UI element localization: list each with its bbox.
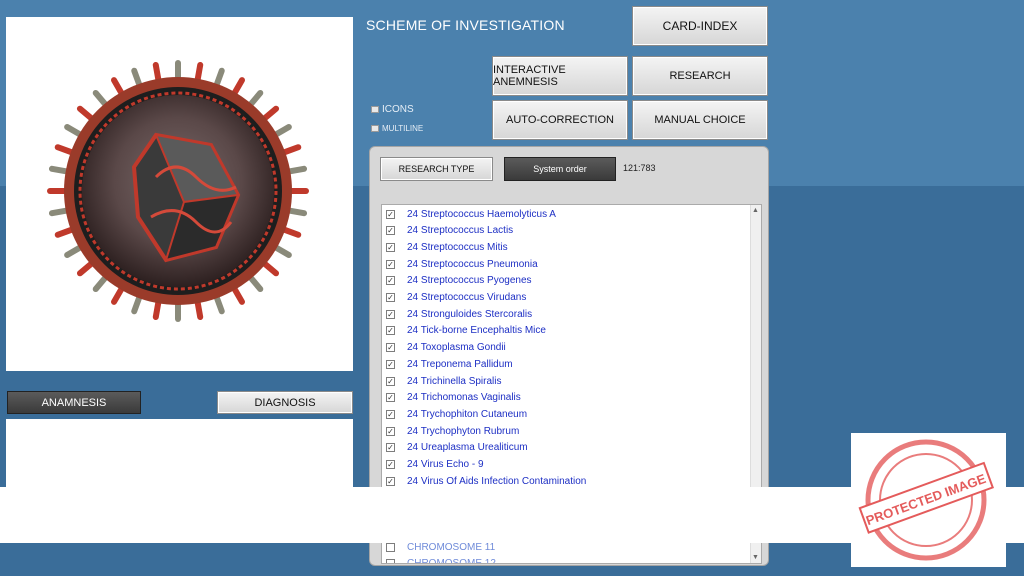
multiline-option[interactable]: MULTILINE [371,124,423,133]
card-index-button[interactable]: CARD-INDEX [632,6,768,46]
list-item-label: 24 Streptococcus Lactis [407,225,514,237]
list-item-checkbox[interactable]: ✓ [386,426,395,436]
list-item-checkbox[interactable] [386,559,395,563]
list-item[interactable]: ✓ 24 Streptococcus Lactis [386,223,513,239]
list-item-checkbox[interactable]: ✓ [386,343,395,353]
list-item-label: 24 Trychophiton Cutaneum [407,408,528,420]
list-item-checkbox[interactable]: ✓ [386,376,395,386]
list-item[interactable]: ✓ 24 Streptococcus Pneumonia [386,256,538,272]
list-item-label: 24 Ureaplasma Urealiticum [407,442,528,454]
list-item[interactable]: ✓ 24 Trichinella Spiralis [386,373,502,389]
list-item-label: 24 Streptococcus Pyogenes [407,275,532,287]
icons-option[interactable]: ICONS [371,104,414,115]
list-item-label: 24 Toxoplasma Gondii [407,342,506,354]
list-item-checkbox[interactable]: ✓ [386,443,395,453]
list-item-checkbox[interactable]: ✓ [386,476,395,486]
list-item[interactable]: ✓ 24 Tick-borne Encephaltis Mice [386,323,546,339]
list-item-checkbox[interactable]: ✓ [386,460,395,469]
manual-choice-button[interactable]: MANUAL CHOICE [632,100,768,140]
list-item-checkbox[interactable]: ✓ [386,259,395,269]
research-type-button[interactable]: RESEARCH TYPE [380,157,493,181]
list-item[interactable]: CHROMOSOME 12 [386,556,496,564]
list-item[interactable]: ✓ 24 Toxoplasma Gondii [386,340,506,356]
list-item-checkbox[interactable]: ✓ [386,359,395,369]
list-item-label: 24 Streptococcus Mitis [407,241,508,253]
interactive-anemnesis-button[interactable]: INTERACTIVE ANEMNESIS [492,56,628,96]
list-item-label: CHROMOSOME 12 [407,558,496,564]
list-item[interactable]: ✓ 24 Trichomonas Vaginalis [386,390,521,406]
list-item-label: CHROMOSOME 11 [407,541,496,553]
list-item-label: 24 Trichomonas Vaginalis [407,392,521,404]
list-item[interactable]: ✓ 24 Ureaplasma Urealiticum [386,440,528,456]
list-item-checkbox[interactable]: ✓ [386,326,395,336]
list-item[interactable]: ✓ 24 Virus Echo - 9 [386,457,484,473]
list-item-label: 24 Streptococcus Virudans [407,292,527,303]
list-item-label: 24 Trichinella Spiralis [407,375,502,387]
multiline-checkbox[interactable] [371,125,379,132]
list-item-label: 24 Tick-borne Encephaltis Mice [407,325,546,337]
anamnesis-button[interactable]: ANAMNESIS [7,391,141,414]
list-item-checkbox[interactable]: ✓ [386,242,395,252]
list-item[interactable]: ✓ 24 Trychophyton Rubrum [386,423,519,439]
list-item-label: 24 Streptococcus Pneumonia [407,258,538,270]
list-item[interactable]: ✓ 24 Stronguloides Stercoralis [386,306,532,322]
list-item-checkbox[interactable]: ✓ [386,226,395,236]
watermark-stamp: PROTECTED IMAGE [851,433,1006,567]
list-item-checkbox[interactable] [386,542,395,552]
list-item[interactable]: ✓ 24 Streptococcus Virudans [386,290,526,306]
scroll-up-icon[interactable]: ▲ [752,207,759,214]
list-item-label: 24 Streptococcus Haemolyticus A [407,208,556,220]
list-item-label: 24 Stronguloides Stercoralis [407,308,533,320]
system-order-button[interactable]: System order [504,157,616,181]
list-item-checkbox[interactable]: ✓ [386,276,395,286]
auto-correction-button[interactable]: AUTO-CORRECTION [492,100,628,140]
image-panel [6,17,353,371]
scroll-down-icon[interactable]: ▼ [752,554,759,561]
list-item[interactable]: ✓ 24 Trychophiton Cutaneum [386,406,527,422]
list-item-label: 24 Trychophyton Rubrum [407,425,520,437]
page-title: SCHEME OF INVESTIGATION [366,17,565,33]
list-item[interactable]: ✓ 24 Streptococcus Pyogenes [386,273,532,289]
list-item[interactable]: ✓ 24 Streptococcus Mitis [386,239,508,255]
list-item-checkbox[interactable]: ✓ [386,393,395,403]
multiline-label: MULTILINE [382,124,424,133]
item-counter: 121:783 [623,163,656,173]
list-item-label: 24 Treponema Pallidum [407,358,513,370]
icons-label: ICONS [382,104,414,115]
research-button[interactable]: RESEARCH [632,56,768,96]
list-item-label: 24 Virus Echo - 9 [407,459,484,470]
list-item-label: 24 Virus Of Aids Infection Contamination [407,475,587,487]
result-text-panel [6,419,353,489]
list-item-checkbox[interactable]: ✓ [386,293,395,302]
icons-checkbox[interactable] [371,106,379,113]
virus-illustration [47,60,309,322]
list-item-checkbox[interactable]: ✓ [386,209,395,219]
list-item-checkbox[interactable]: ✓ [386,409,395,419]
list-item[interactable]: ✓ 24 Streptococcus Haemolyticus A [386,206,556,222]
list-item-checkbox[interactable]: ✓ [386,309,395,319]
list-item[interactable]: ✓ 24 Treponema Pallidum [386,356,513,372]
stamp-icon: PROTECTED IMAGE [858,439,995,561]
diagnosis-button[interactable]: DIAGNOSIS [217,391,353,414]
